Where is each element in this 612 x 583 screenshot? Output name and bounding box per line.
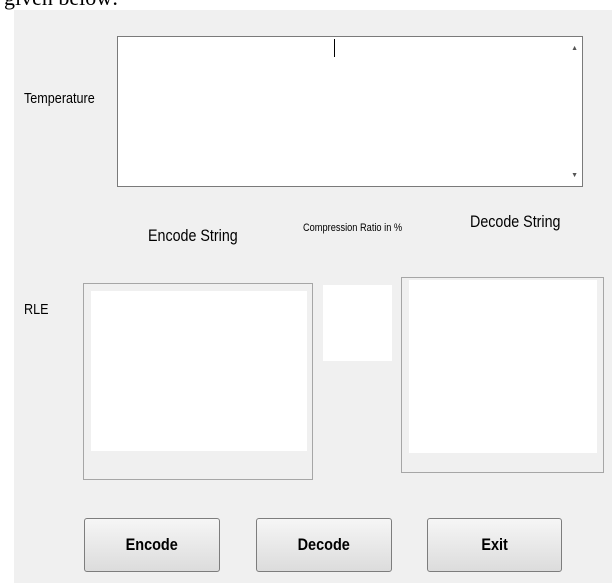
document-caption: given below: [0,0,612,10]
encode-button-label: Encode [125,535,179,554]
scroll-up-icon[interactable]: ▲ [571,45,578,53]
encode-string-label: Encode String [148,226,238,245]
exit-button-label: Exit [481,535,508,554]
temperature-input[interactable]: ▲ ▼ [117,36,583,187]
compression-ratio-label: Compression Ratio in % [303,222,403,234]
encoded-output-field[interactable] [91,291,307,451]
scroll-down-icon[interactable]: ▼ [571,172,578,180]
decoded-output-frame [401,277,604,473]
rle-label: RLE [24,301,49,318]
exit-button[interactable]: Exit [427,518,562,572]
decode-button-label: Decode [297,535,351,554]
compression-ratio-field[interactable] [323,285,392,361]
decode-button[interactable]: Decode [256,518,392,572]
decoded-output-field[interactable] [409,280,597,453]
decode-string-label: Decode String [470,212,561,231]
encoded-output-frame [83,283,313,480]
encode-button[interactable]: Encode [84,518,220,572]
gui-panel: Temperature ▲ ▼ Encode String Compressio… [14,10,612,583]
text-caret [334,39,335,57]
temperature-label: Temperature [24,90,95,107]
